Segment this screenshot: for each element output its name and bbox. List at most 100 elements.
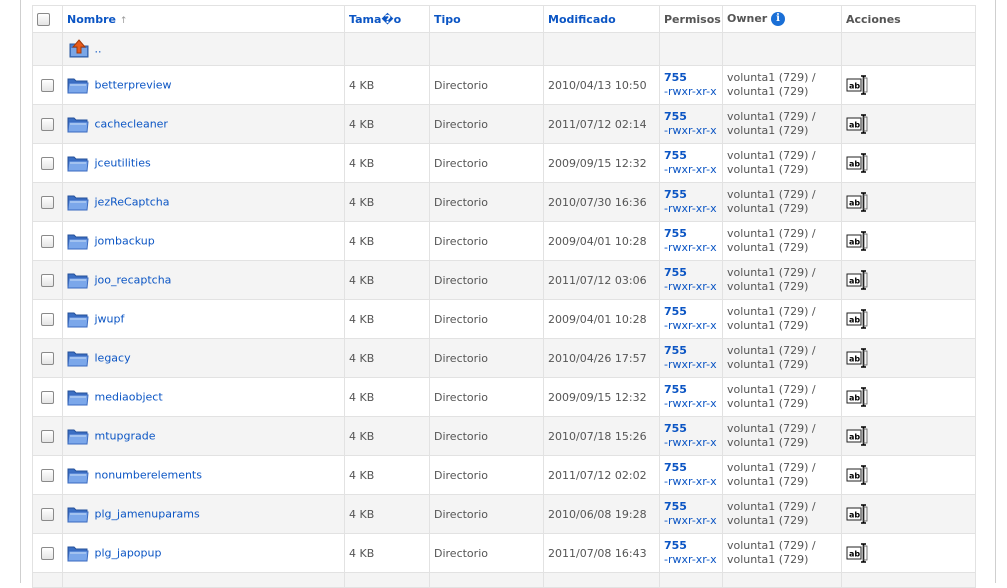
row-select-checkbox[interactable]: [41, 312, 54, 326]
folder-icon[interactable]: [67, 310, 89, 328]
sort-by-modified-link[interactable]: Modificado: [548, 13, 616, 26]
rename-icon[interactable]: ab: [846, 269, 870, 291]
rename-icon[interactable]: ab: [846, 503, 870, 525]
permissions-octal-link[interactable]: 755: [664, 500, 718, 514]
rename-icon[interactable]: ab: [846, 230, 870, 252]
permissions-octal-link[interactable]: 755: [664, 422, 718, 436]
row-select-checkbox[interactable]: [41, 117, 54, 131]
rename-icon[interactable]: ab: [846, 308, 870, 330]
folder-icon[interactable]: [67, 76, 89, 94]
row-select-checkbox[interactable]: [41, 234, 54, 248]
folder-name-link[interactable]: legacy: [95, 352, 131, 365]
permissions-string-link[interactable]: -rwxr-xr-x: [664, 514, 718, 528]
permissions-string-link[interactable]: -rwxr-xr-x: [664, 163, 718, 177]
table-row: joo_recaptcha 4 KB Directorio 2011/07/12…: [32, 260, 976, 300]
permissions-string-link[interactable]: -rwxr-xr-x: [664, 85, 718, 99]
table-row: jceutilities 4 KB Directorio 2009/09/15 …: [32, 143, 976, 183]
permissions-octal-link[interactable]: 755: [664, 227, 718, 241]
actions-cell: ab: [841, 65, 976, 105]
folder-icon[interactable]: [67, 115, 89, 133]
permissions-octal-link[interactable]: 755: [664, 149, 718, 163]
file-type: Directorio: [429, 260, 544, 300]
select-all-checkbox[interactable]: [37, 12, 50, 26]
row-select-checkbox[interactable]: [41, 429, 54, 443]
folder-name-link[interactable]: joo_recaptcha: [95, 274, 172, 287]
folder-icon[interactable]: [67, 271, 89, 289]
permissions-string-link[interactable]: -rwxr-xr-x: [664, 241, 718, 255]
permissions-string-link[interactable]: -rwxr-xr-x: [664, 124, 718, 138]
folder-icon[interactable]: [67, 427, 89, 445]
rename-icon[interactable]: ab: [846, 74, 870, 96]
row-select-checkbox[interactable]: [41, 468, 54, 482]
folder-icon[interactable]: [67, 154, 89, 172]
permissions-string-link[interactable]: -rwxr-xr-x: [664, 358, 718, 372]
permissions-octal-link[interactable]: 755: [664, 461, 718, 475]
permissions-string-link[interactable]: -rwxr-xr-x: [664, 436, 718, 450]
permissions-string-link[interactable]: -rwxr-xr-x: [664, 319, 718, 333]
row-select-checkbox[interactable]: [41, 195, 54, 209]
folder-name-link[interactable]: plg_jamenuparams: [95, 508, 200, 521]
folder-name-link[interactable]: betterpreview: [95, 79, 172, 92]
row-select-checkbox[interactable]: [41, 390, 54, 404]
rename-icon[interactable]: ab: [846, 152, 870, 174]
permissions-octal-link[interactable]: 755: [664, 110, 718, 124]
folder-name-link[interactable]: jceutilities: [95, 157, 151, 170]
owner-group: volunta1 (729): [727, 241, 809, 254]
permissions-string-link[interactable]: -rwxr-xr-x: [664, 202, 718, 216]
permissions-octal-link[interactable]: 755: [664, 539, 718, 553]
row-select-checkbox[interactable]: [41, 156, 54, 170]
sort-by-name-link[interactable]: Nombre ↑: [67, 13, 127, 26]
parent-directory-icon[interactable]: [67, 38, 91, 60]
folder-name-link[interactable]: mtupgrade: [95, 430, 156, 443]
permissions-octal-link[interactable]: 755: [664, 344, 718, 358]
permissions-octal-link[interactable]: 755: [664, 305, 718, 319]
permissions-octal-link[interactable]: 755: [664, 266, 718, 280]
file-size: 4 KB: [344, 299, 430, 339]
folder-name-link[interactable]: jezReCaptcha: [95, 196, 170, 209]
row-select-checkbox[interactable]: [41, 351, 54, 365]
sort-by-size-link[interactable]: Tama�o: [349, 13, 401, 26]
permissions-string-link[interactable]: -rwxr-xr-x: [664, 397, 718, 411]
rename-icon[interactable]: ab: [846, 464, 870, 486]
permissions-string-link[interactable]: -rwxr-xr-x: [664, 553, 718, 567]
file-name-cell: plg_jamenuparams: [62, 494, 345, 534]
folder-icon[interactable]: [67, 349, 89, 367]
rename-icon[interactable]: ab: [846, 542, 870, 564]
rename-icon[interactable]: ab: [846, 113, 870, 135]
folder-name-link[interactable]: plg_japopup: [95, 547, 162, 560]
permissions-octal-link[interactable]: 755: [664, 383, 718, 397]
row-select-checkbox[interactable]: [41, 78, 54, 92]
permissions-octal-link[interactable]: 755: [664, 188, 718, 202]
folder-name-link[interactable]: cachecleaner: [95, 118, 168, 131]
folder-name-link[interactable]: mediaobject: [95, 391, 163, 404]
folder-icon[interactable]: [67, 232, 89, 250]
rename-icon[interactable]: ab: [846, 386, 870, 408]
folder-icon[interactable]: [67, 505, 89, 523]
rename-icon[interactable]: ab: [846, 347, 870, 369]
permissions-octal-link[interactable]: 755: [664, 71, 718, 85]
owner-cell: volunta1 (729) / volunta1 (729): [722, 65, 842, 105]
parent-directory-link[interactable]: ..: [95, 43, 102, 56]
folder-name-link[interactable]: jombackup: [95, 235, 155, 248]
row-select-checkbox[interactable]: [41, 507, 54, 521]
row-select-checkbox[interactable]: [41, 546, 54, 560]
folder-icon[interactable]: [67, 388, 89, 406]
folder-name-link[interactable]: nonumberelements: [95, 469, 202, 482]
row-select-checkbox[interactable]: [41, 273, 54, 287]
permissions-string-link[interactable]: -rwxr-xr-x: [664, 280, 718, 294]
sort-by-type-link[interactable]: Tipo: [434, 13, 461, 26]
parent-directory-row[interactable]: ..: [32, 32, 976, 66]
rename-icon[interactable]: ab: [846, 191, 870, 213]
folder-icon[interactable]: [67, 544, 89, 562]
permissions-cell: 755 -rwxr-xr-x: [659, 533, 723, 573]
table-row: jombackup 4 KB Directorio 2009/04/01 10:…: [32, 221, 976, 261]
folder-icon[interactable]: [67, 193, 89, 211]
folder-icon[interactable]: [67, 466, 89, 484]
info-icon[interactable]: i: [771, 12, 786, 26]
folder-name-link[interactable]: jwupf: [95, 313, 125, 326]
file-size: 4 KB: [344, 533, 430, 573]
rename-icon[interactable]: ab: [846, 425, 870, 447]
file-type: Directorio: [429, 299, 544, 339]
permissions-string-link[interactable]: -rwxr-xr-x: [664, 475, 718, 489]
column-header-owner: Owner i: [722, 5, 842, 33]
